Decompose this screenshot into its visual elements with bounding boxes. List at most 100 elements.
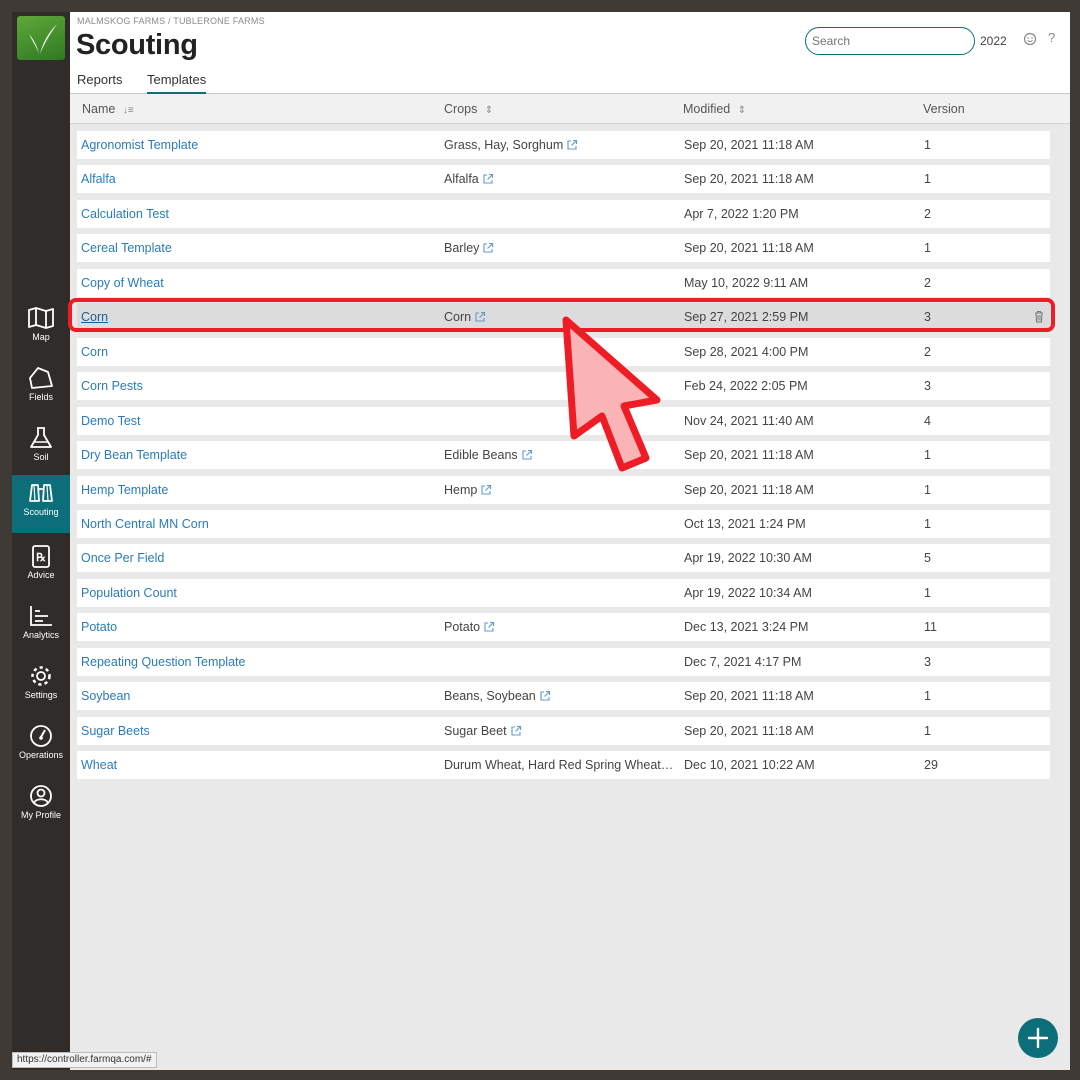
table-row[interactable]: North Central MN Corn Oct 13, 2021 1:24 P… [77, 510, 1050, 538]
app-logo[interactable] [17, 16, 65, 60]
template-name-link[interactable]: Dry Bean Template [81, 448, 187, 462]
template-name-link[interactable]: Cereal Template [81, 241, 172, 255]
template-name-link[interactable]: Once Per Field [81, 551, 164, 565]
table-row[interactable]: Corn Sep 28, 2021 4:00 PM 2 [77, 338, 1050, 366]
table-row[interactable]: Population Count Apr 19, 2022 10:34 AM 1 [77, 579, 1050, 607]
version-cell: 1 [924, 138, 931, 152]
modified-cell: Oct 13, 2021 1:24 PM [684, 517, 806, 531]
template-name-link[interactable]: Hemp Template [81, 483, 168, 497]
template-name-link[interactable]: Corn Pests [81, 379, 143, 393]
flask-icon [30, 427, 52, 448]
gear-icon [31, 666, 51, 686]
table-row[interactable]: Sugar Beets Sugar Beet Sep 20, 2021 11:18 … [77, 717, 1050, 745]
external-link-icon[interactable] [482, 173, 494, 188]
modified-cell: Feb 24, 2022 2:05 PM [684, 379, 808, 393]
year-selector[interactable]: 2022 [980, 34, 1007, 48]
sidebar-item-soil[interactable]: Soil [12, 420, 70, 478]
template-name-link[interactable]: Agronomist Template [81, 138, 198, 152]
table-row[interactable]: Dry Bean Template Edible Beans Sep 20, 202… [77, 441, 1050, 469]
table-row[interactable]: Once Per Field Apr 19, 2022 10:30 AM 5 [77, 544, 1050, 572]
table-row[interactable]: Potato Potato Dec 13, 2021 3:24 PM 11 [77, 613, 1050, 641]
sidebar-item-analytics[interactable]: Analytics [12, 598, 70, 656]
crops-text: Grass, Hay, Sorghum [444, 138, 564, 152]
template-name-link[interactable]: Corn [81, 310, 108, 324]
external-link-icon[interactable] [474, 311, 486, 326]
table-row[interactable]: Soybean Beans, Soybean Sep 20, 2021 11:18 … [77, 682, 1050, 710]
modified-cell: Sep 20, 2021 11:18 AM [684, 724, 814, 738]
crops-text: Alfalfa [444, 172, 479, 186]
modified-cell: Nov 24, 2021 11:40 AM [684, 414, 814, 428]
table-row[interactable]: Demo Test Nov 24, 2021 11:40 AM 4 [77, 407, 1050, 435]
breadcrumb[interactable]: MALMSKOG FARMS / TUBLERONE FARMS [77, 16, 265, 26]
chart-icon [30, 606, 52, 626]
template-name-link[interactable]: Calculation Test [81, 207, 169, 221]
tab-templates[interactable]: Templates [147, 72, 207, 95]
template-name-link[interactable]: Population Count [81, 586, 177, 600]
template-name-link[interactable]: Repeating Question Template [81, 655, 245, 669]
modified-cell: May 10, 2022 9:11 AM [684, 276, 809, 290]
column-header-label: Name [82, 102, 116, 116]
tab-reports[interactable]: Reports [77, 72, 123, 92]
table-row[interactable]: Copy of Wheat May 10, 2022 9:11 AM 2 [77, 269, 1050, 297]
modified-cell: Sep 27, 2021 2:59 PM [684, 310, 809, 324]
version-cell: 1 [924, 724, 931, 738]
sidebar-item-my-profile[interactable]: My Profile [12, 778, 70, 836]
table-row[interactable]: Alfalfa Alfalfa Sep 20, 2021 11:18 AM 1 [77, 165, 1050, 193]
template-name-link[interactable]: North Central MN Corn [81, 517, 209, 531]
help-icon[interactable]: ? [1048, 30, 1055, 45]
version-cell: 3 [924, 655, 931, 669]
template-name-link[interactable]: Sugar Beets [81, 724, 150, 738]
sidebar-item-fields[interactable]: Fields [12, 360, 70, 418]
table-row[interactable]: Agronomist Template Grass, Hay, Sorghum Se… [77, 131, 1050, 159]
external-link-icon[interactable] [539, 690, 551, 705]
table-row[interactable]: Cereal Template Barley Sep 20, 2021 11:18 … [77, 234, 1050, 262]
column-header-modified[interactable]: Modified ⇕ [683, 102, 746, 116]
sort-icon: ⇕ [737, 105, 747, 116]
table-row[interactable]: Corn Corn Sep 27, 2021 2:59 PM 3 [77, 303, 1050, 331]
sidebar-item-label: My Profile [20, 810, 61, 820]
template-name-link[interactable]: Alfalfa [81, 172, 116, 186]
external-link-icon[interactable] [483, 621, 495, 636]
sidebar-item-map[interactable]: Map [12, 300, 70, 358]
sidebar-item-settings[interactable]: Settings [12, 658, 70, 716]
template-name-link[interactable]: Wheat [81, 758, 117, 772]
version-cell: 1 [924, 483, 931, 497]
crops-text: Barley [444, 241, 480, 255]
external-link-icon[interactable] [566, 139, 578, 154]
external-link-icon[interactable] [480, 484, 492, 499]
add-template-button[interactable] [1018, 1018, 1058, 1058]
table-row[interactable]: Repeating Question Template Dec 7, 2021 4… [77, 648, 1050, 676]
column-header-version[interactable]: Version [923, 102, 965, 116]
sidebar-item-operations[interactable]: Operations [12, 718, 70, 776]
sidebar-item-advice[interactable]: ℞ Advice [12, 538, 70, 596]
table-row[interactable]: Wheat Durum Wheat, Hard Red Spring Wheat,… [77, 751, 1050, 779]
trash-icon[interactable] [1033, 310, 1045, 326]
template-name-link[interactable]: Corn [81, 345, 108, 359]
version-cell: 1 [924, 172, 931, 186]
external-link-icon[interactable] [482, 242, 494, 257]
search-input[interactable] [805, 27, 975, 55]
template-name-link[interactable]: Demo Test [81, 414, 141, 428]
modified-cell: Sep 20, 2021 11:18 AM [684, 448, 814, 462]
version-cell: 5 [924, 551, 931, 565]
table-row[interactable]: Corn Pests Feb 24, 2022 2:05 PM 3 [77, 372, 1050, 400]
table-header: Name ↓≡ Crops ⇕ Modified ⇕ Version [70, 94, 1070, 124]
template-name-link[interactable]: Potato [81, 620, 117, 634]
sidebar-item-label: Map [32, 332, 50, 342]
table-row[interactable]: Hemp Template Hemp Sep 20, 2021 11:18 AM 1 [77, 476, 1050, 504]
feedback-icon[interactable] [1023, 32, 1037, 46]
column-header-name[interactable]: Name ↓≡ [82, 102, 134, 116]
table-row[interactable]: Calculation Test Apr 7, 2022 1:20 PM 2 [77, 200, 1050, 228]
column-header-label: Crops [444, 102, 478, 116]
modified-cell: Apr 19, 2022 10:34 AM [684, 586, 812, 600]
column-header-crops[interactable]: Crops ⇕ [444, 102, 493, 116]
external-link-icon[interactable] [510, 725, 522, 740]
version-cell: 3 [924, 310, 931, 324]
sidebar-item-scouting[interactable]: Scouting [12, 475, 70, 533]
fields-icon [29, 367, 53, 389]
template-name-link[interactable]: Copy of Wheat [81, 276, 164, 290]
external-link-icon[interactable] [521, 449, 533, 464]
crops-text: Durum Wheat, Hard Red Spring Wheat, ... [444, 758, 674, 772]
crops-text: Sugar Beet [444, 724, 507, 738]
template-name-link[interactable]: Soybean [81, 689, 130, 703]
